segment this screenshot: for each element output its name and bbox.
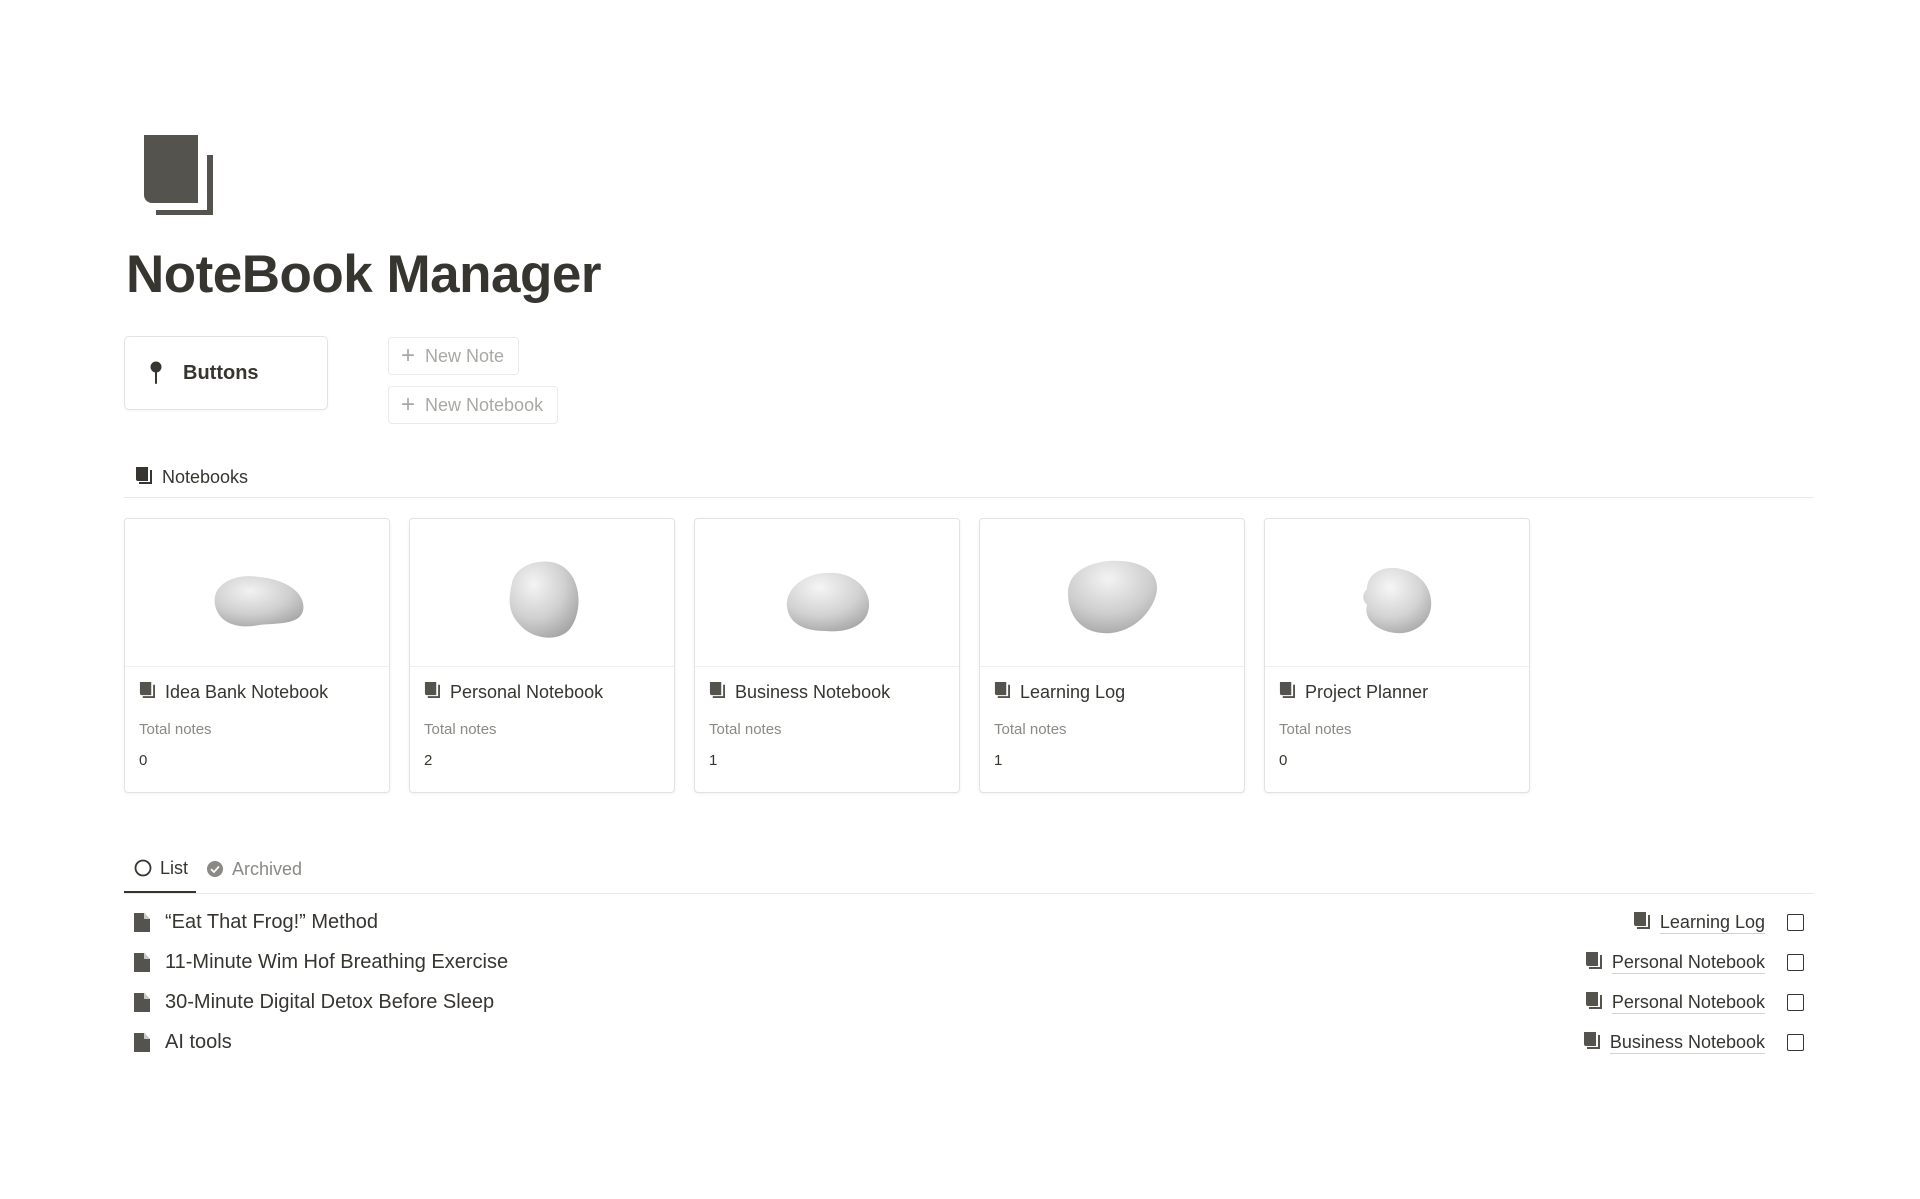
total-notes-label: Total notes: [709, 721, 782, 738]
notebook-manager-page: NoteBook Manager Buttons + New Note + Ne…: [0, 0, 1920, 1199]
callout-label: Buttons: [183, 361, 259, 384]
pushpin-icon: [147, 360, 165, 386]
notebook-icon: [1585, 991, 1602, 1014]
notebook-relation-label: Learning Log: [1659, 911, 1765, 934]
document-icon: [133, 912, 151, 933]
notebook-icon: [1633, 911, 1650, 934]
total-notes-value: 2: [424, 752, 433, 769]
notebook-icon: [139, 681, 155, 703]
notebook-relation[interactable]: Personal Notebook: [1585, 991, 1765, 1014]
notebook-card[interactable]: Idea Bank Notebook Total notes 0: [124, 518, 390, 793]
notebooks-gallery: Idea Bank Notebook Total notes 0 Persona…: [124, 518, 1530, 793]
plus-icon: +: [401, 342, 416, 369]
notebook-icon: [1585, 951, 1602, 974]
tab-list-label: List: [160, 857, 189, 878]
card-cover: [410, 519, 674, 667]
page-title: NoteBook Manager: [126, 245, 601, 304]
notebook-icon: [994, 681, 1010, 703]
notebook-icon: [709, 681, 725, 703]
card-cover: [125, 519, 389, 667]
view-tabs: List Archived: [124, 846, 1814, 894]
notebook-relation-label: Personal Notebook: [1611, 991, 1765, 1014]
archive-checkbox[interactable]: [1787, 913, 1804, 931]
blob-cover-image: [509, 560, 579, 638]
note-title: 11-Minute Wim Hof Breathing Exercise: [165, 950, 509, 973]
plus-icon: +: [401, 391, 416, 418]
document-icon: [133, 1032, 151, 1053]
list-item[interactable]: 30-Minute Digital Detox Before Sleep Per…: [124, 982, 1814, 1022]
notebook-icon: [135, 466, 152, 489]
blob-cover-image: [214, 575, 304, 626]
note-title: 30-Minute Digital Detox Before Sleep: [165, 990, 495, 1013]
notebook-icon: [1279, 681, 1295, 703]
check-circle-icon: [206, 860, 224, 878]
tab-archived[interactable]: Archived: [196, 845, 310, 893]
card-cover: [980, 519, 1244, 667]
new-notebook-button[interactable]: + New Notebook: [388, 386, 559, 424]
total-notes-label: Total notes: [994, 721, 1067, 738]
total-notes-label: Total notes: [424, 721, 497, 738]
blob-cover-image: [786, 572, 870, 631]
notebook-icon: [424, 681, 440, 703]
notebook-icon[interactable]: [140, 133, 216, 216]
total-notes-value: 1: [709, 752, 718, 769]
list-item[interactable]: AI tools Business Notebook: [124, 1022, 1814, 1062]
notebook-name: Learning Log: [1020, 681, 1126, 702]
total-notes-value: 0: [139, 752, 148, 769]
notebook-card[interactable]: Business Notebook Total notes 1: [694, 518, 960, 793]
total-notes-value: 1: [994, 752, 1003, 769]
tab-archived-label: Archived: [232, 858, 303, 879]
note-title: AI tools: [165, 1030, 232, 1053]
notebook-card[interactable]: Project Planner Total notes 0: [1264, 518, 1530, 793]
total-notes-label: Total notes: [1279, 721, 1352, 738]
card-cover: [1265, 519, 1529, 667]
archive-checkbox[interactable]: [1787, 953, 1804, 971]
list-item[interactable]: 11-Minute Wim Hof Breathing Exercise Per…: [124, 942, 1814, 982]
total-notes-value: 0: [1279, 752, 1288, 769]
notebook-relation[interactable]: Learning Log: [1633, 911, 1765, 934]
card-cover: [695, 519, 959, 667]
notebook-relation[interactable]: Personal Notebook: [1585, 951, 1765, 974]
document-icon: [133, 992, 151, 1013]
new-note-label: New Note: [425, 345, 505, 366]
note-title: “Eat That Frog!” Method: [165, 910, 379, 933]
new-note-button[interactable]: + New Note: [388, 337, 520, 375]
blob-cover-image: [1068, 560, 1158, 633]
archive-checkbox[interactable]: [1787, 1033, 1804, 1051]
notebook-relation[interactable]: Business Notebook: [1583, 1031, 1765, 1054]
notebook-card[interactable]: Learning Log Total notes 1: [979, 518, 1245, 793]
notebook-icon: [1583, 1031, 1600, 1054]
notebook-relation-label: Business Notebook: [1609, 1031, 1765, 1054]
document-icon: [133, 952, 151, 973]
blob-cover-image: [1363, 567, 1432, 633]
tab-list[interactable]: List: [124, 845, 197, 893]
buttons-callout: Buttons: [124, 336, 328, 410]
circle-icon: [134, 859, 152, 877]
notebook-relation-label: Personal Notebook: [1611, 951, 1765, 974]
list-item[interactable]: “Eat That Frog!” Method Learning Log: [124, 902, 1814, 942]
notebook-name: Business Notebook: [735, 681, 891, 702]
new-notebook-label: New Notebook: [425, 394, 544, 415]
notebooks-view-label: Notebooks: [162, 467, 249, 487]
notebook-card[interactable]: Personal Notebook Total notes 2: [409, 518, 675, 793]
notebook-name: Project Planner: [1305, 681, 1429, 702]
notebook-name: Personal Notebook: [450, 681, 604, 702]
notebooks-view-header[interactable]: Notebooks: [124, 458, 1814, 498]
total-notes-label: Total notes: [139, 721, 212, 738]
archive-checkbox[interactable]: [1787, 993, 1804, 1011]
notes-list: “Eat That Frog!” Method Learning Log 11-…: [124, 902, 1814, 1062]
notebook-name: Idea Bank Notebook: [165, 681, 329, 702]
